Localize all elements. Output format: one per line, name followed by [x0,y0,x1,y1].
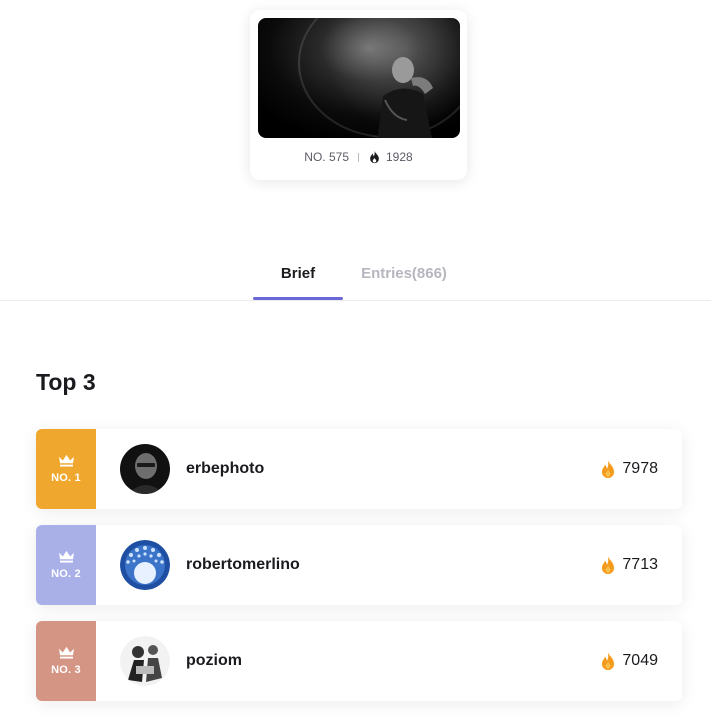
active-tab-indicator [253,297,343,300]
rank-label: NO. 2 [51,568,81,580]
username[interactable]: robertomerlino [186,556,300,574]
rank-badge: NO. 2 [36,525,96,605]
tab-bar: Brief Entries(866) [0,252,711,301]
entry-number: NO. 575 [304,150,349,164]
meta-divider [358,152,359,162]
score-value: 7978 [622,460,658,477]
username[interactable]: poziom [186,652,242,670]
crown-icon [58,454,74,467]
flame-icon [370,150,379,164]
score: 7713 [600,555,658,575]
rank-label: NO. 1 [51,472,81,484]
leaderboard-row[interactable]: NO. 1 erbephoto 7978 [36,429,682,509]
tab-entries[interactable]: Entries(866) [343,252,465,300]
score-value: 7049 [622,652,658,669]
rank-label: NO. 3 [51,664,81,676]
score: 7978 [600,459,658,479]
username[interactable]: erbephoto [186,460,264,478]
crown-icon [58,646,74,659]
featured-entry-card[interactable]: NO. 575 1928 [250,10,467,180]
fire-icon [602,460,615,478]
rank-badge: NO. 1 [36,429,96,509]
leaderboard-row[interactable]: NO. 2 robertomerlino 7713 [36,525,682,605]
heat-count: 1928 [386,150,413,164]
avatar[interactable] [120,540,170,590]
photo-figure [377,57,433,138]
featured-meta: NO. 575 1928 [250,147,467,167]
fire-icon [602,652,615,670]
avatar[interactable] [120,444,170,494]
leaderboard-row[interactable]: NO. 3 poziom 7049 [36,621,682,701]
crown-icon [58,550,74,563]
section-title: Top 3 [36,369,96,395]
rank-badge: NO. 3 [36,621,96,701]
avatar[interactable] [120,636,170,686]
fire-icon [602,556,615,574]
score-value: 7713 [622,556,658,573]
score: 7049 [600,651,658,671]
featured-photo[interactable] [258,18,460,138]
tab-brief[interactable]: Brief [253,252,343,300]
